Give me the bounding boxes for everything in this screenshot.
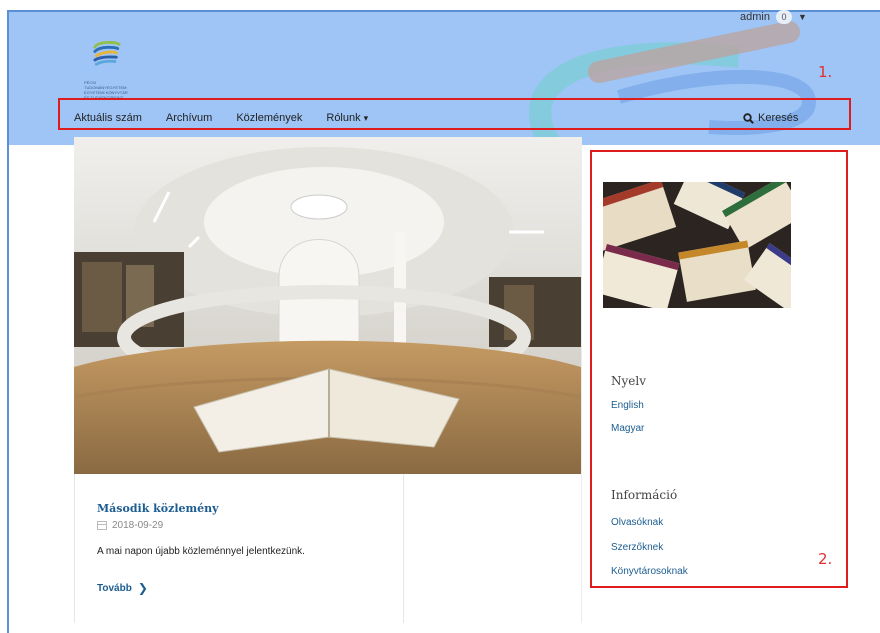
announcement-summary: A mai napon újabb közleménnyel jelentkez…: [97, 546, 305, 557]
language-link-english[interactable]: English: [611, 400, 644, 411]
logo-caption: PÉCSI TUDOMÁNYEGYETEM EGYETEMI KÖNYVTÁR …: [84, 80, 128, 100]
sidebar-books-image: [603, 182, 791, 308]
announcement-card: Második közlemény 2018-09-29 A mai napon…: [74, 474, 404, 623]
chevron-down-icon[interactable]: ▼: [798, 12, 807, 22]
column-divider: [581, 137, 582, 623]
read-more-label[interactable]: Tovább: [97, 583, 132, 594]
nav-item-current-issue[interactable]: Aktuális szám: [74, 112, 142, 124]
language-heading: Nyelv: [611, 374, 646, 388]
nav-item-about-label[interactable]: Rólunk: [326, 112, 360, 124]
user-name[interactable]: admin: [740, 11, 770, 23]
announcement-date: 2018-09-29: [112, 520, 164, 531]
search-icon[interactable]: [743, 112, 754, 124]
announcement-title[interactable]: Második közlemény: [97, 502, 219, 515]
nav-item-about[interactable]: Rólunk ▾: [326, 112, 368, 124]
primary-navigation: Aktuális szám Archívum Közlemények Rólun…: [74, 112, 368, 124]
information-heading: Információ: [611, 488, 678, 502]
info-link-librarians[interactable]: Könyvtárosoknak: [611, 566, 688, 577]
nav-item-archive[interactable]: Archívum: [166, 112, 212, 124]
annotation-marker-1: 1.: [818, 63, 833, 81]
read-more-link[interactable]: Tovább ❯: [97, 581, 148, 595]
announcement-date-row: 2018-09-29: [97, 520, 163, 531]
announcement-hero-image[interactable]: [74, 137, 581, 474]
user-menu[interactable]: admin 0 ▼: [740, 10, 807, 24]
info-link-readers[interactable]: Olvasóknak: [611, 517, 663, 528]
journal-logo[interactable]: [82, 40, 142, 80]
chevron-right-icon[interactable]: ❯: [138, 581, 148, 595]
calendar-icon: [97, 521, 107, 530]
search-label[interactable]: Keresés: [758, 112, 798, 124]
search-link[interactable]: Keresés: [743, 112, 798, 124]
nav-item-announcements[interactable]: Közlemények: [236, 112, 302, 124]
language-link-magyar[interactable]: Magyar: [611, 423, 644, 434]
annotation-marker-2: 2.: [818, 550, 833, 568]
chevron-down-icon[interactable]: ▾: [364, 113, 369, 123]
info-link-authors[interactable]: Szerzőknek: [611, 542, 663, 553]
notification-badge[interactable]: 0: [775, 10, 792, 24]
